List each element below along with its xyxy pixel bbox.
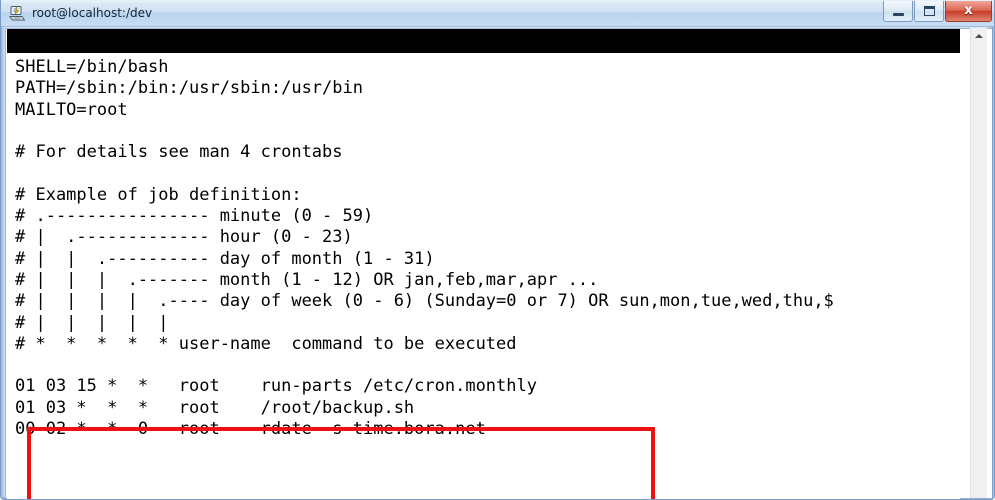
editor-line: # * * * * * user-name command to be exec… xyxy=(15,333,517,354)
close-icon: x xyxy=(964,3,973,18)
terminal-screen[interactable]: GNU nano 2.3.1 File: /etc/crontab Modifi… xyxy=(7,29,960,499)
editor-line: MAILTO=root xyxy=(15,99,128,120)
minimize-icon xyxy=(893,13,904,16)
scrollbar-up-button[interactable] xyxy=(971,28,987,43)
editor-line: # | | | | | xyxy=(15,312,169,333)
editor-line: # | | | | .---- day of week (0 - 6) (Sun… xyxy=(15,291,834,312)
window-titlebar[interactable]: root@localhost:/dev x xyxy=(1,0,994,27)
window-title: root@localhost:/dev xyxy=(32,6,153,20)
maximize-button[interactable] xyxy=(914,1,944,22)
minimize-button[interactable] xyxy=(883,1,913,22)
editor-line: PATH=/sbin:/bin:/usr/sbin:/usr/bin xyxy=(15,78,363,99)
maximize-icon xyxy=(924,6,935,16)
editor-line: # Example of job definition: xyxy=(15,184,302,205)
editor-line: SHELL=/bin/bash xyxy=(15,57,169,77)
triangle-up-icon xyxy=(975,34,983,38)
putty-terminal-icon xyxy=(9,6,26,21)
editor-line: # For details see man 4 crontabs xyxy=(15,142,343,163)
window-controls: x xyxy=(882,1,992,23)
editor-text-area[interactable]: SHELL=/bin/bash PATH=/sbin:/bin:/usr/sbin… xyxy=(15,57,960,440)
editor-line: # .---------------- minute (0 - 59) xyxy=(15,206,374,227)
editor-line: # | .------------- hour (0 - 23) xyxy=(15,227,353,248)
editor-line: 00 02 * * 0 root rdate -s time.bora.net xyxy=(15,419,486,440)
editor-line: # | | .---------- day of month (1 - 31) xyxy=(15,248,435,269)
nano-title-bar: GNU nano 2.3.1 File: /etc/crontab Modifi… xyxy=(7,29,960,53)
editor-line: # | | | .------- month (1 - 12) OR jan,f… xyxy=(15,269,599,290)
terminal-frame: GNU nano 2.3.1 File: /etc/crontab Modifi… xyxy=(5,28,992,499)
editor-line: 01 03 * * * root /root/backup.sh xyxy=(15,397,415,418)
terminal-window: root@localhost:/dev x GNU nano 2.3.1 Fil… xyxy=(0,0,995,500)
close-button[interactable]: x xyxy=(945,1,992,22)
titlebar-highlight-strip xyxy=(1,0,994,3)
terminal-scrollbar[interactable] xyxy=(970,28,987,498)
editor-line: 01 03 15 * * root run-parts /etc/cron.mo… xyxy=(15,376,537,397)
